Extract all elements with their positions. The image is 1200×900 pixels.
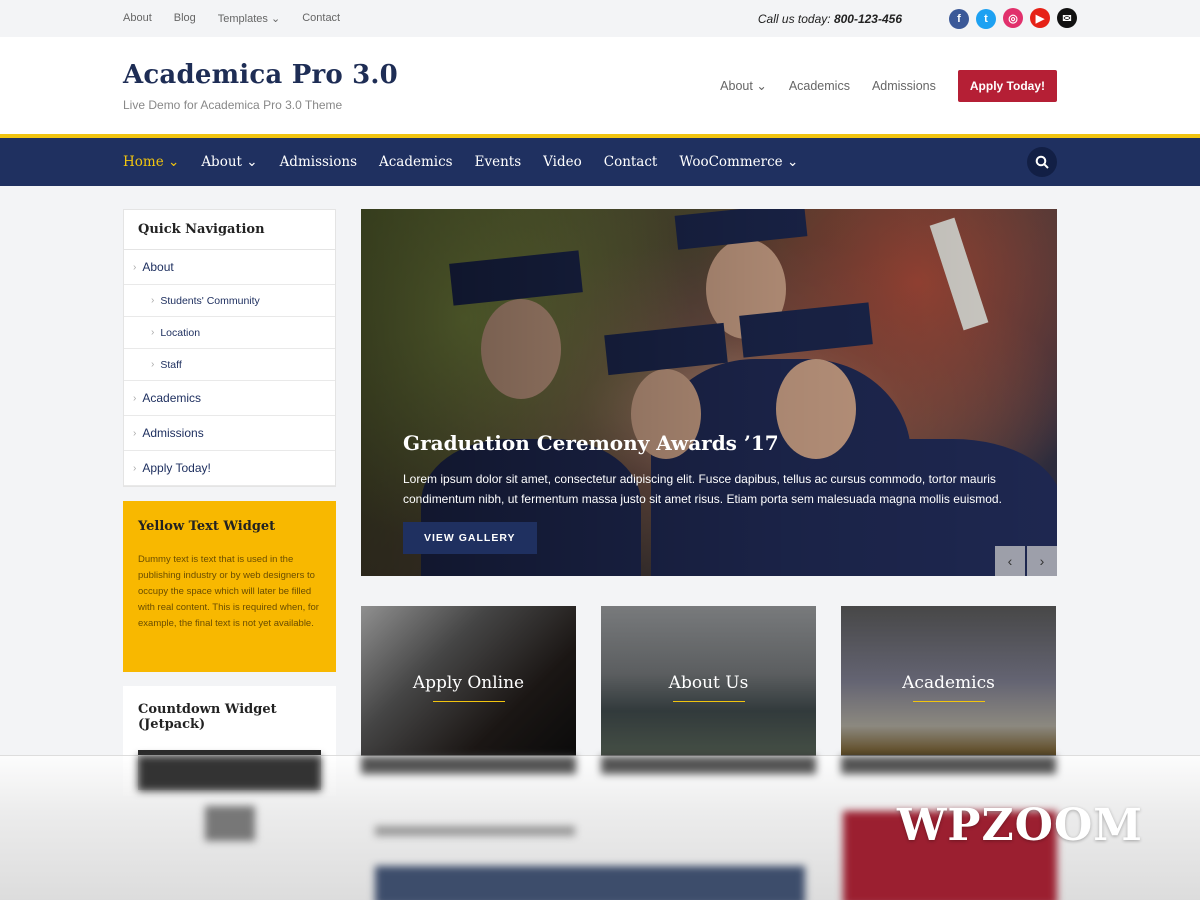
hero-text: Lorem ipsum dolor sit amet, consectetur … bbox=[403, 472, 1002, 506]
chevron-right-icon[interactable]: › bbox=[1027, 546, 1057, 576]
card-title: Apply Online bbox=[412, 672, 525, 693]
facebook-icon[interactable]: f bbox=[949, 8, 969, 29]
chevron-right-icon: › bbox=[133, 261, 137, 273]
hero-title[interactable]: Graduation Ceremony Awards ’17 bbox=[403, 431, 779, 455]
chevron-right-icon: › bbox=[133, 462, 137, 474]
header-nav-admissions[interactable]: Admissions bbox=[872, 79, 936, 93]
chevron-left-icon[interactable]: ‹ bbox=[995, 546, 1025, 576]
top-link-templates[interactable]: Templates ⌄ bbox=[218, 12, 280, 25]
site-title[interactable]: Academica Pro 3.0 bbox=[123, 60, 398, 90]
chevron-down-icon: ⌄ bbox=[246, 154, 258, 170]
call-info: Call us today: 800-123-456 bbox=[758, 12, 902, 26]
top-link-contact[interactable]: Contact bbox=[302, 12, 340, 25]
top-links: About Blog Templates ⌄ Contact bbox=[123, 12, 340, 25]
main-nav-events[interactable]: Events bbox=[475, 154, 522, 170]
yellow-text-widget: Yellow Text Widget Dummy text is text th… bbox=[123, 501, 336, 672]
search-icon bbox=[1035, 155, 1049, 169]
quick-nav-item-label: Apply Today! bbox=[142, 461, 211, 475]
chevron-right-icon: › bbox=[151, 359, 155, 370]
twitter-icon[interactable]: t bbox=[976, 8, 996, 29]
main-nav-contact[interactable]: Contact bbox=[604, 154, 658, 170]
instagram-icon[interactable]: ◎ bbox=[1003, 8, 1023, 29]
card-academics[interactable]: Academics bbox=[841, 606, 1056, 756]
card-about-us[interactable]: About Us bbox=[601, 606, 816, 756]
chevron-right-icon: › bbox=[133, 427, 137, 439]
chevron-right-icon: › bbox=[151, 327, 155, 338]
main-nav-about-label: About bbox=[201, 154, 242, 170]
phone-number: 800-123-456 bbox=[833, 11, 902, 26]
top-bar: About Blog Templates ⌄ Contact Call us t… bbox=[0, 0, 1200, 37]
chevron-right-icon: › bbox=[133, 392, 137, 404]
chevron-down-icon: ⌄ bbox=[168, 154, 180, 170]
main-nav-woocommerce-label: WooCommerce bbox=[679, 154, 783, 170]
quick-nav-item-label: Students' Community bbox=[160, 294, 260, 307]
top-link-blog[interactable]: Blog bbox=[174, 12, 196, 25]
quick-nav-item[interactable]: › About bbox=[124, 250, 335, 285]
countdown-widget-title: Countdown Widget (Jetpack) bbox=[138, 702, 277, 732]
social-icons: f t ◎ ▶ ✉ bbox=[942, 8, 1077, 29]
card-title: Academics bbox=[902, 672, 995, 693]
apply-today-button[interactable]: Apply Today! bbox=[957, 69, 1057, 102]
header-nav-about[interactable]: About ⌄ bbox=[720, 78, 767, 93]
main-nav: Home ⌄ About ⌄ Admissions Academics Even… bbox=[0, 138, 1200, 186]
quick-navigation-widget: Quick Navigation › About › Students' Commun… bbox=[123, 209, 336, 487]
main-nav-home[interactable]: Home ⌄ bbox=[123, 154, 179, 170]
quick-nav-item[interactable]: › Location bbox=[124, 317, 335, 349]
hero-slider: Graduation Ceremony Awards ’17 Lorem ips… bbox=[361, 209, 1057, 576]
quick-navigation-list: › About › Students' Community › Location › Staf… bbox=[124, 250, 335, 486]
quick-nav-item[interactable]: › Academics bbox=[124, 381, 335, 416]
card-title: About Us bbox=[668, 672, 749, 693]
yellow-widget-text: Dummy text is text that is used in the p… bbox=[138, 554, 319, 629]
header-nav: About ⌄ Academics Admissions Apply Today… bbox=[720, 69, 1057, 102]
quick-nav-item[interactable]: › Apply Today! bbox=[124, 451, 335, 486]
quick-nav-item-label: About bbox=[142, 260, 174, 274]
quick-nav-item[interactable]: › Students' Community bbox=[124, 285, 335, 317]
main-nav-home-label: Home bbox=[123, 154, 164, 170]
site-subtitle: Live Demo for Academica Pro 3.0 Theme bbox=[123, 97, 343, 112]
main-nav-woocommerce[interactable]: WooCommerce ⌄ bbox=[679, 154, 798, 170]
slider-arrows: ‹ › bbox=[993, 546, 1057, 576]
chevron-down-icon: ⌄ bbox=[786, 154, 799, 170]
view-gallery-button[interactable]: VIEW GALLERY bbox=[403, 522, 537, 554]
card-apply-online[interactable]: Apply Online bbox=[361, 606, 576, 756]
quick-nav-item-label: Staff bbox=[160, 358, 182, 371]
quick-navigation-title: Quick Navigation bbox=[124, 210, 335, 250]
header-nav-academics[interactable]: Academics bbox=[789, 79, 850, 93]
email-icon[interactable]: ✉ bbox=[1057, 8, 1077, 29]
hero-overlay bbox=[361, 209, 1057, 576]
card-underline bbox=[672, 700, 745, 702]
sidebar: Quick Navigation › About › Students' Commun… bbox=[123, 209, 336, 796]
wpzoom-watermark: WPZOOM bbox=[897, 800, 1143, 851]
main-nav-admissions[interactable]: Admissions bbox=[280, 154, 357, 170]
header-nav-about-label: About bbox=[720, 79, 753, 93]
main-nav-academics[interactable]: Academics bbox=[379, 154, 453, 170]
quick-nav-item-label: Admissions bbox=[142, 426, 204, 440]
search-button[interactable] bbox=[1027, 147, 1057, 177]
main-nav-video[interactable]: Video bbox=[543, 154, 582, 170]
quick-nav-item-label: Academics bbox=[142, 391, 202, 405]
chevron-down-icon: ⌄ bbox=[756, 79, 767, 93]
quick-nav-item[interactable]: › Admissions bbox=[124, 416, 335, 451]
card-underline bbox=[432, 700, 505, 702]
quick-nav-item-label: Location bbox=[160, 326, 201, 339]
chevron-down-icon: ⌄ bbox=[270, 13, 281, 25]
youtube-icon[interactable]: ▶ bbox=[1030, 8, 1050, 29]
top-link-templates-label: Templates bbox=[217, 13, 268, 25]
card-underline bbox=[912, 700, 985, 702]
site-header: Academica Pro 3.0 Live Demo for Academic… bbox=[0, 37, 1200, 134]
yellow-widget-title: Yellow Text Widget bbox=[138, 519, 276, 534]
main-nav-about[interactable]: About ⌄ bbox=[201, 154, 257, 170]
call-label: Call us today: bbox=[757, 11, 831, 26]
top-link-about[interactable]: About bbox=[123, 12, 152, 25]
quick-nav-item[interactable]: › Staff bbox=[124, 349, 335, 381]
chevron-right-icon: › bbox=[151, 295, 155, 306]
